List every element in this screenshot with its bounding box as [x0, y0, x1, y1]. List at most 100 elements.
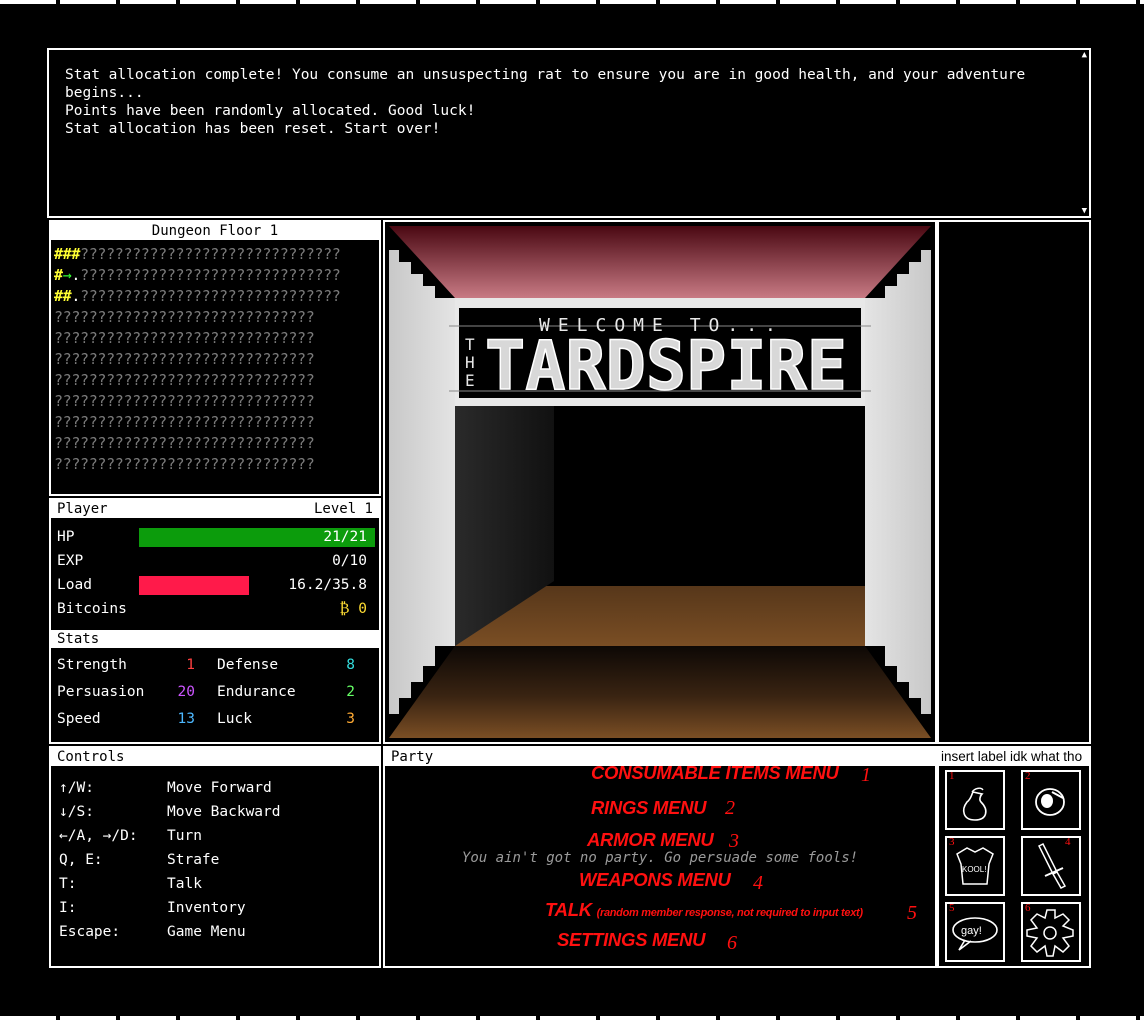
dungeon-viewport: WELCOME TO... T H E TARDSPIRE — [383, 220, 937, 744]
hp-value: 21/21 — [323, 529, 367, 545]
armor-icon: KOOL! — [956, 847, 994, 885]
map-row: ?????????????????????????????? — [54, 308, 315, 326]
stat-defense-value: 8 — [346, 657, 355, 673]
ring-icon — [1035, 788, 1065, 816]
sword-icon — [1037, 842, 1067, 889]
banner-main-text: TARDSPIRE — [485, 327, 847, 406]
stat-speed-value: 13 — [177, 711, 195, 727]
bitcoins-value: ₿ 0 — [339, 601, 368, 617]
map-row: ?????????????????????????????? — [54, 371, 315, 389]
exp-label: EXP — [57, 553, 84, 569]
player-level: Level 1 — [313, 501, 373, 517]
map-row: ?????????????????????????????? — [54, 350, 315, 368]
dungeon-map: Dungeon Floor 1 ###?????????????????????… — [49, 220, 381, 496]
banner-side-h: H — [465, 353, 475, 372]
hp-label: HP — [57, 529, 75, 545]
menu-panel-title: insert label idk what tho — [939, 748, 1089, 766]
exp-value: 0/10 — [332, 553, 367, 569]
talk-button[interactable]: 5 gay! — [945, 902, 1005, 962]
map-row: ?????????????????????????????? — [54, 434, 315, 452]
floor — [389, 646, 931, 738]
stat-strength-label: Strength — [57, 657, 127, 673]
annotation-talk-text: TALK — [545, 899, 592, 920]
speech-bubble-text: gay! — [961, 925, 982, 937]
bitcoins-row: Bitcoins ₿ 0 — [57, 598, 375, 620]
ceiling — [389, 226, 931, 298]
map-known-cells: ## — [54, 287, 72, 305]
bag-icon — [962, 787, 987, 821]
annotation-number: 5 — [907, 902, 917, 924]
annotation-settings: SETTINGS MENU — [557, 929, 706, 950]
stat-defense-label: Defense — [217, 657, 279, 673]
annotation-talk: TALK (random member response, not requir… — [545, 899, 863, 921]
rings-button[interactable]: 2 — [1021, 770, 1081, 830]
player-title-bar: Player Level 1 — [51, 500, 379, 518]
party-panel: Party You ain't got no party. Go persuad… — [383, 746, 937, 968]
control-key: Q, E: — [59, 852, 103, 868]
stat-endurance-value: 2 — [346, 684, 355, 700]
stat-strength-value: 1 — [186, 657, 195, 673]
map-row: ##.?????????????????????????????? — [54, 286, 379, 307]
exp-row: EXP 0/10 — [57, 550, 375, 572]
weapons-button[interactable]: 4 — [1021, 836, 1081, 896]
map-row: ?????????????????????????????? — [54, 455, 315, 473]
banner-side-e: E — [465, 371, 475, 390]
map-floor-cell: . — [71, 266, 81, 284]
map-title: Dungeon Floor 1 — [51, 222, 379, 240]
annotation-number: 2 — [725, 797, 735, 819]
stat-luck-label: Luck — [217, 711, 252, 727]
map-row: ?????????????????????????????? — [54, 413, 315, 431]
settings-button[interactable]: 6 — [1021, 902, 1081, 962]
log-line: Stat allocation has been reset. Start ov… — [65, 121, 441, 137]
hp-row: HP 21/21 — [57, 526, 375, 548]
control-action: Strafe — [167, 852, 220, 868]
map-known-cells: ### — [54, 245, 81, 263]
control-action: Talk — [167, 876, 202, 892]
control-action: Inventory — [167, 900, 246, 916]
message-log[interactable]: ▲ Stat allocation complete! You consume … — [47, 48, 1091, 218]
annotation-talk-note: (random member response, not required to… — [596, 907, 863, 919]
armor-icon-text: KOOL! — [962, 865, 986, 874]
menu-buttons-panel: insert label idk what tho 1 2 3 KOOL! 4 … — [937, 746, 1091, 968]
annotation-number: 6 — [727, 932, 737, 954]
map-unknown-cells: ?????????????????????????????? — [80, 266, 341, 284]
load-label: Load — [57, 577, 92, 593]
stat-endurance-label: Endurance — [217, 684, 296, 700]
map-known-cells: # — [54, 266, 63, 284]
map-floor-cell: . — [71, 287, 81, 305]
control-action: Turn — [167, 828, 202, 844]
map-row: ?????????????????????????????? — [54, 329, 315, 347]
right-wall — [865, 250, 931, 714]
banner-side-t: T — [465, 335, 475, 354]
map-unknown-cells: ?????????????????????????????? — [80, 245, 341, 263]
scroll-up-arrow-icon[interactable]: ▲ — [1082, 50, 1087, 60]
top-border — [0, 0, 1144, 4]
control-key: I: — [59, 900, 77, 916]
controls-title: Controls — [51, 748, 379, 766]
left-wall — [389, 250, 455, 714]
consumable-items-button[interactable]: 1 — [945, 770, 1005, 830]
scroll-down-arrow-icon[interactable]: ▼ — [1082, 206, 1087, 216]
load-bar-fill — [139, 576, 249, 595]
annotation-rings: RINGS MENU — [591, 797, 707, 818]
annotation-weapons: WEAPONS MENU — [579, 869, 731, 890]
control-action: Move Backward — [167, 804, 281, 820]
map-grid: ###?????????????????????????????? #→.????… — [51, 240, 379, 475]
log-line: Points have been randomly allocated. Goo… — [65, 103, 476, 119]
stat-luck-value: 3 — [346, 711, 355, 727]
corridor-scene: WELCOME TO... T H E TARDSPIRE — [389, 226, 931, 738]
controls-panel: Controls ↑/W: Move Forward ↓/S: Move Backw… — [49, 746, 381, 968]
armor-button[interactable]: 3 KOOL! — [945, 836, 1005, 896]
load-value: 16.2/35.8 — [288, 577, 367, 593]
bitcoins-label: Bitcoins — [57, 601, 127, 617]
control-action: Move Forward — [167, 780, 272, 796]
right-info-panel — [937, 220, 1091, 744]
gear-icon — [1026, 909, 1074, 957]
map-row: ###?????????????????????????????? — [54, 244, 379, 265]
load-bar-track — [139, 576, 249, 595]
player-title: Player — [57, 501, 108, 517]
map-row: ?????????????????????????????? — [54, 392, 315, 410]
control-key: T: — [59, 876, 77, 892]
annotation-number: 1 — [861, 764, 871, 786]
stat-persuasion-label: Persuasion — [57, 684, 145, 700]
